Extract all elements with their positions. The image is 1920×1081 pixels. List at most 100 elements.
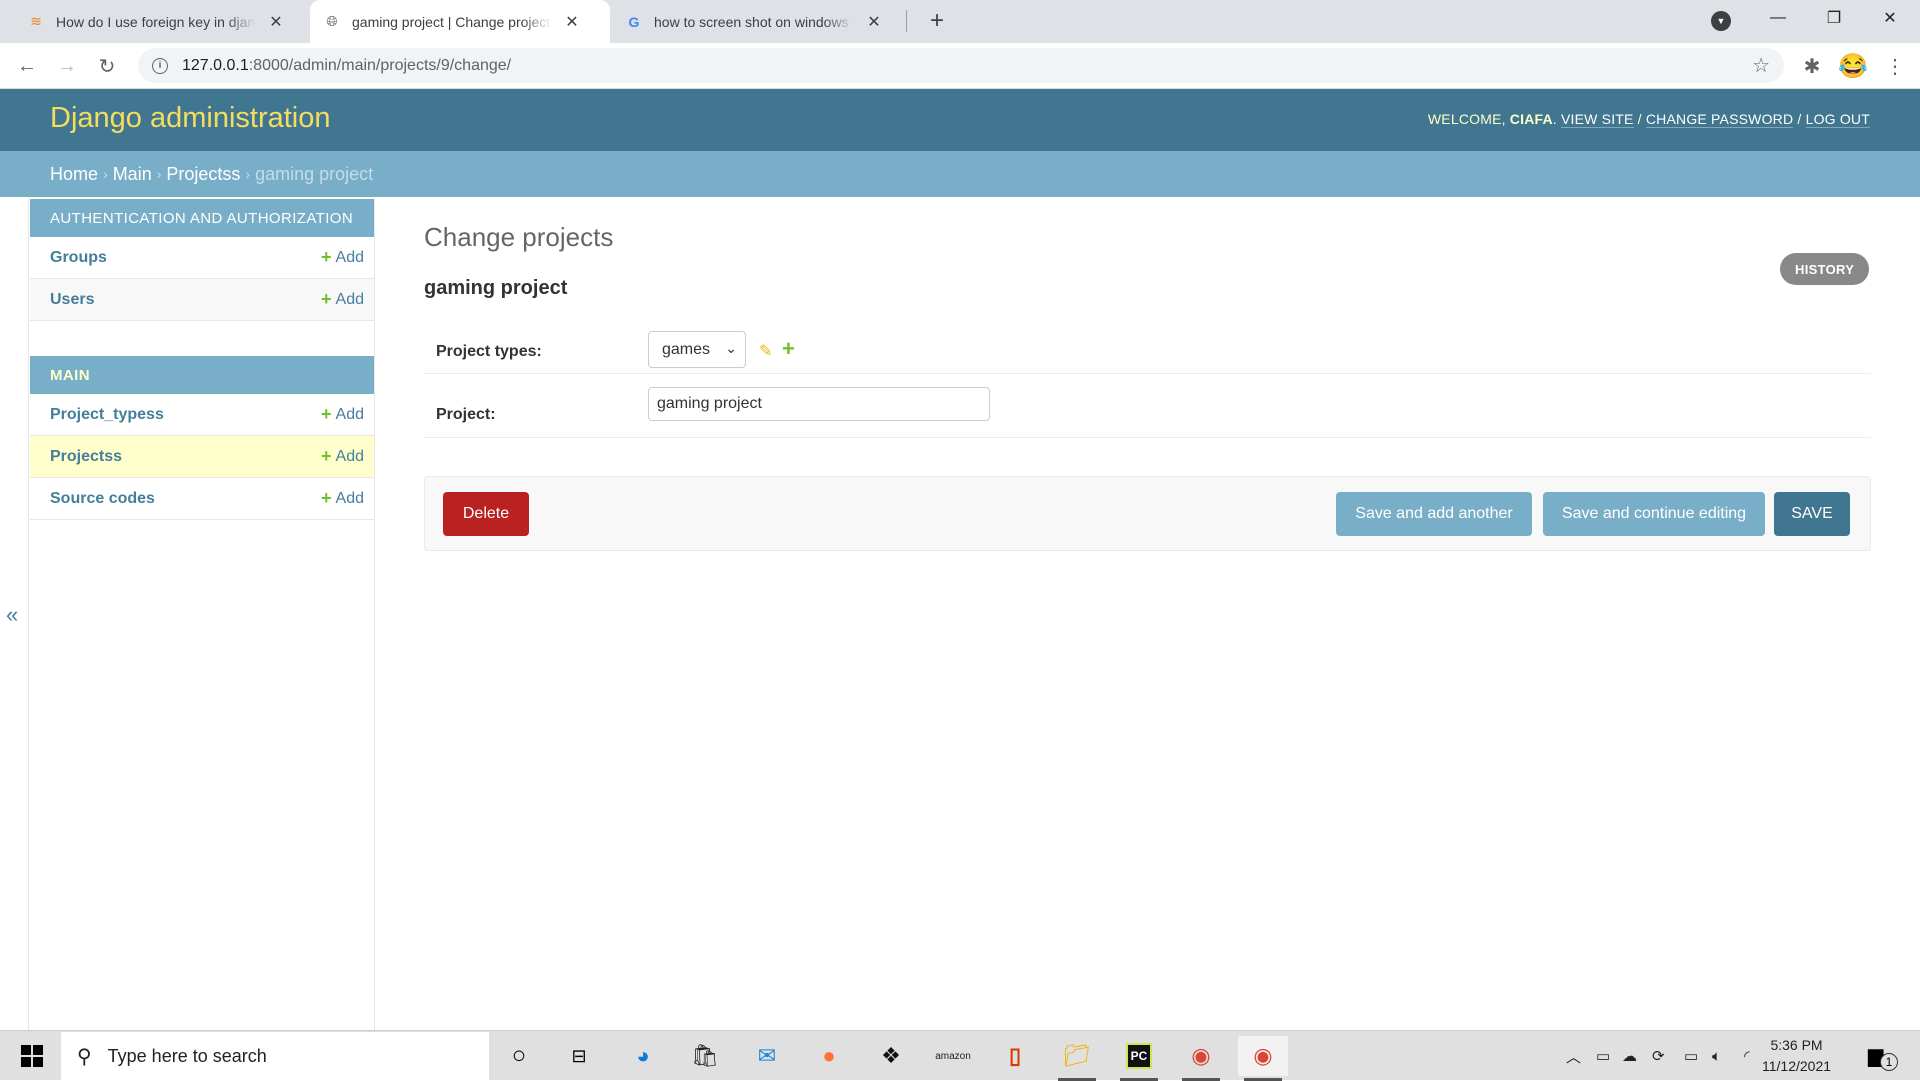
delete-button[interactable]: Delete (443, 492, 529, 536)
close-tab-icon[interactable]: ✕ (268, 12, 284, 32)
module-caption[interactable]: Main (30, 356, 374, 394)
save-and-continue-button[interactable]: Save and continue editing (1543, 492, 1765, 536)
view-site-link[interactable]: View site (1560, 111, 1634, 128)
chrome-profile-j-icon[interactable]: ◉ (1176, 1036, 1226, 1081)
log-out-link[interactable]: Log out (1805, 111, 1870, 128)
module-caption[interactable]: Authentication and Authorization (30, 199, 374, 237)
google-icon: G (628, 13, 640, 30)
dropbox-icon[interactable]: ❖ (866, 1036, 916, 1076)
sync-app-icon[interactable]: ⟳ (1652, 1031, 1665, 1081)
browser-tab-active[interactable]: 🌐︎ gaming project | Change projects ✕ (310, 0, 610, 43)
profile-avatar-icon[interactable]: 😂 (1838, 51, 1868, 81)
file-explorer-icon[interactable]: 📁︎ (1052, 1036, 1102, 1081)
breadcrumb-separator: › (245, 166, 251, 182)
close-tab-icon[interactable]: ✕ (866, 12, 882, 32)
plus-icon: + (321, 289, 332, 309)
action-center-icon[interactable]: ▆ 1 (1868, 1043, 1898, 1071)
cortana-icon[interactable]: ○ (494, 1036, 544, 1076)
browser-tab[interactable]: G how to screen shot on windows - ✕ (612, 0, 902, 43)
add-label: Add (335, 489, 364, 507)
search-icon: ⚲ (77, 1045, 92, 1068)
minimize-icon[interactable]: — (1748, 0, 1808, 36)
chrome-active-icon[interactable]: ◉ (1238, 1036, 1288, 1081)
browser-tab[interactable]: ≋ How do I use foreign key in djang ✕ (16, 0, 306, 43)
user-tools: Welcome, ciafa. View site / Change passw… (1427, 111, 1870, 128)
edge-icon[interactable]: ◕ (618, 1036, 668, 1076)
main-content: Change projects gaming project HISTORY P… (375, 197, 1920, 1030)
add-link[interactable]: + Add (321, 446, 364, 467)
collapse-sidebar-icon[interactable]: « (6, 602, 18, 628)
sidebar-item-source-codes: Source codes + Add (30, 478, 374, 520)
restore-icon[interactable]: ❐ (1804, 0, 1864, 36)
model-link[interactable]: Project_typess (50, 406, 164, 424)
add-link[interactable]: + Add (321, 488, 364, 509)
task-view-icon[interactable]: ⊟ (554, 1036, 604, 1076)
module-caption-text: Main (50, 366, 90, 384)
extensions-puzzle-icon[interactable]: ✱ (1797, 51, 1827, 81)
breadcrumb-home[interactable]: Home (50, 164, 98, 185)
volume-icon[interactable]: 🔈︎ (1712, 1031, 1721, 1081)
store-icon[interactable]: 🛍︎ (680, 1036, 730, 1076)
model-link[interactable]: Projectss (50, 448, 122, 466)
back-icon[interactable]: ← (12, 51, 42, 81)
pycharm-icon[interactable]: PC (1114, 1036, 1164, 1081)
address-bar[interactable]: i 127.0.0.1:8000/admin/main/projects/9/c… (138, 48, 1784, 83)
add-link[interactable]: + Add (321, 404, 364, 425)
mail-icon[interactable]: ✉ (742, 1036, 792, 1076)
site-info-icon[interactable]: i (152, 57, 168, 74)
add-link[interactable]: + Add (321, 289, 364, 310)
project-label: Project: (436, 406, 496, 423)
windows-start-icon[interactable] (10, 1043, 54, 1069)
model-link[interactable]: Users (50, 291, 94, 309)
globe-icon: 🌐︎ (326, 13, 338, 29)
add-label: Add (335, 248, 364, 266)
sidebar-item-project-typess: Project_typess + Add (30, 394, 374, 436)
model-link[interactable]: Source codes (50, 490, 155, 508)
tab-search-icon[interactable]: ▼ (1711, 11, 1731, 31)
close-window-icon[interactable]: ✕ (1860, 0, 1920, 36)
clock[interactable]: 5:36 PM 11/12/2021 (1762, 1035, 1831, 1077)
save-button[interactable]: SAVE (1774, 492, 1850, 536)
add-related-plus-icon[interactable]: + (782, 336, 795, 362)
module-auth: Authentication and Authorization Groups … (30, 199, 374, 321)
form-row-project-types: Project types: games ⌄ ✎ + (424, 314, 1871, 374)
edit-related-pencil-icon[interactable]: ✎ (759, 341, 772, 361)
notification-count: 1 (1880, 1053, 1898, 1071)
browser-menu-icon[interactable]: ⋮ (1880, 51, 1910, 81)
clock-date: 11/12/2021 (1762, 1058, 1832, 1074)
breadcrumb-app[interactable]: Main (113, 164, 152, 185)
history-button[interactable]: HISTORY (1780, 253, 1870, 285)
meet-now-icon[interactable]: ▭ (1596, 1031, 1610, 1081)
onedrive-icon[interactable]: ☁ (1622, 1031, 1637, 1081)
firefox-icon[interactable]: ● (804, 1036, 854, 1076)
taskbar-search-box[interactable]: ⚲ Type here to search (61, 1032, 489, 1080)
breadcrumb-model[interactable]: Projectss (166, 164, 240, 185)
add-link[interactable]: + Add (321, 247, 364, 268)
new-tab-button[interactable]: + (922, 6, 952, 36)
battery-icon[interactable]: ▭ (1684, 1031, 1698, 1081)
project-types-select[interactable]: games ⌄ (648, 331, 746, 368)
url-text[interactable]: 127.0.0.1:8000/admin/main/projects/9/cha… (182, 57, 511, 75)
breadcrumb-separator: › (103, 166, 108, 182)
wifi-icon[interactable]: ◜ (1744, 1031, 1750, 1081)
close-tab-icon[interactable]: ✕ (564, 12, 580, 32)
model-link[interactable]: Groups (50, 249, 107, 267)
bookmark-star-icon[interactable]: ☆ (1752, 53, 1770, 78)
sidebar-item-projectss: Projectss + Add (30, 436, 374, 478)
add-label: Add (335, 405, 364, 423)
save-and-add-another-button[interactable]: Save and add another (1336, 492, 1532, 536)
stackoverflow-icon: ≋ (30, 13, 42, 29)
chevron-down-icon: ⌄ (725, 340, 737, 356)
add-label: Add (335, 290, 364, 308)
site-brand[interactable]: Django administration (50, 102, 330, 135)
project-input[interactable]: gaming project (648, 387, 990, 421)
username: ciafa (1509, 111, 1553, 127)
change-password-link[interactable]: Change password (1645, 111, 1794, 128)
office-icon[interactable]: ▯ (990, 1036, 1040, 1076)
show-hidden-icons[interactable]: ︿ (1566, 1031, 1581, 1081)
reload-icon[interactable]: ↻ (92, 51, 122, 81)
amazon-icon[interactable]: amazon (928, 1036, 978, 1076)
forward-icon[interactable]: → (52, 51, 82, 81)
welcome-text: Welcome, (1427, 111, 1506, 127)
clock-time: 5:36 PM (1770, 1037, 1823, 1053)
